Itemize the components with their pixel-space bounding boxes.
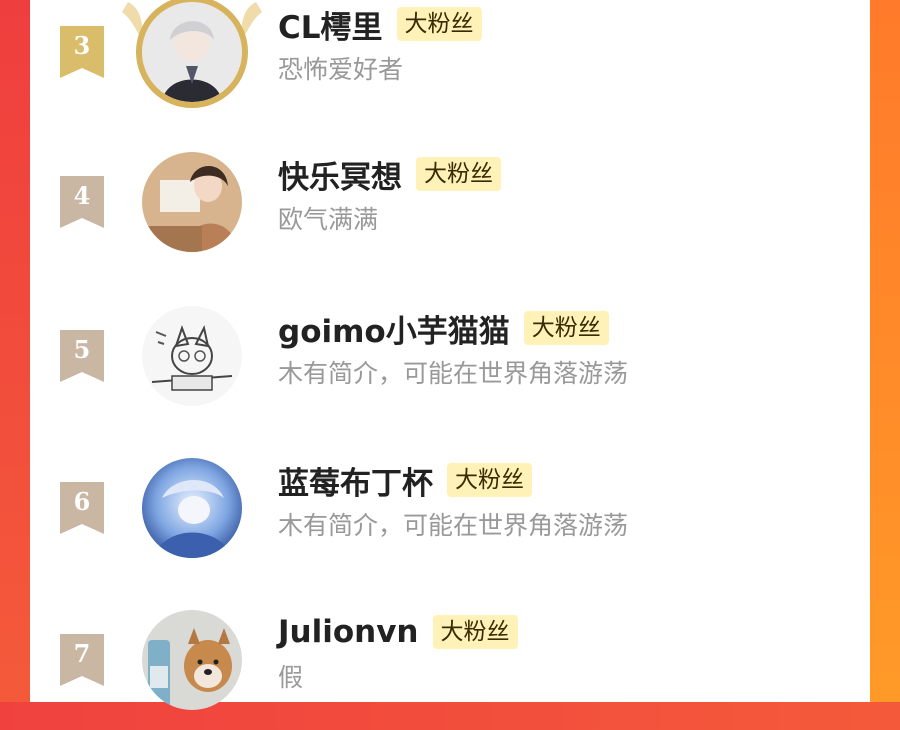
avatar[interactable] xyxy=(142,306,242,406)
fan-name[interactable]: 快乐冥想 xyxy=(278,152,402,197)
fan-row[interactable]: 6 蓝莓布丁杯 大粉丝 木有简介，可能在世界角落游荡 xyxy=(30,458,870,578)
fan-name[interactable]: CL樗里 xyxy=(278,2,383,47)
rank-number: 4 xyxy=(73,181,91,210)
fan-row[interactable]: 3 CL樗里 大粉丝 恐怖爱好者 xyxy=(30,0,870,122)
rank-ribbon-icon: 6 xyxy=(60,482,104,534)
fan-level-badge: 大粉丝 xyxy=(432,615,518,649)
rank-number: 5 xyxy=(73,335,91,364)
fan-level-badge: 大粉丝 xyxy=(523,311,609,345)
avatar[interactable] xyxy=(142,610,242,710)
right-gradient-edge xyxy=(870,0,900,702)
avatar[interactable] xyxy=(142,152,242,252)
left-gradient-edge xyxy=(0,0,30,702)
rank-ribbon-icon: 4 xyxy=(60,176,104,228)
rank-ribbon-icon: 5 xyxy=(60,330,104,382)
avatar[interactable] xyxy=(142,458,242,558)
rank-ribbon-icon: 3 xyxy=(60,26,104,78)
rank-ribbon-icon: 7 xyxy=(60,634,104,686)
fan-bio: 恐怖爱好者 xyxy=(278,55,404,84)
rank-number: 7 xyxy=(73,639,91,668)
fan-name[interactable]: goimo小芋猫猫 xyxy=(278,306,510,351)
fan-row[interactable]: 7 Julionvn 大粉丝 假 xyxy=(30,610,870,730)
rank-number: 3 xyxy=(73,31,91,60)
fan-level-badge: 大粉丝 xyxy=(396,7,482,41)
fan-name[interactable]: 蓝莓布丁杯 xyxy=(278,458,433,503)
fan-name[interactable]: Julionvn xyxy=(278,614,419,650)
fan-level-badge: 大粉丝 xyxy=(447,463,532,497)
fan-row[interactable]: 5 goimo小芋猫猫 大粉丝 木有简介，可能在世界角落游荡 xyxy=(30,306,870,426)
fan-bio: 木有简介，可能在世界角落游荡 xyxy=(278,359,629,388)
fan-bio: 欧气满满 xyxy=(278,205,379,234)
fan-row[interactable]: 4 快乐冥想 大粉丝 欧气满满 xyxy=(30,152,870,272)
fan-bio: 木有简介，可能在世界角落游荡 xyxy=(278,511,629,540)
fan-level-badge: 大粉丝 xyxy=(416,157,501,191)
avatar[interactable] xyxy=(122,0,262,108)
fan-ranking-panel: 3 CL樗里 大粉丝 恐怖爱好者 4 快乐冥想 大粉丝 欧气满满 5 goimo… xyxy=(30,0,870,710)
fan-bio: 假 xyxy=(278,663,304,692)
rank-number: 6 xyxy=(73,487,91,516)
